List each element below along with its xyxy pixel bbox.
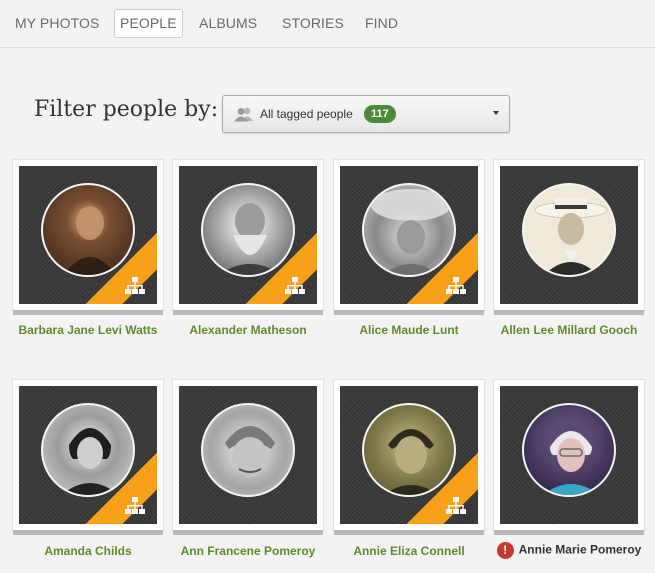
card-bottom-bar: [173, 530, 323, 535]
person-name-link[interactable]: Alice Maude Lunt: [329, 323, 489, 337]
filter-dropdown[interactable]: All tagged people 117: [222, 95, 510, 133]
card-frame: [179, 166, 317, 304]
tab-albums[interactable]: ALBUMS: [199, 9, 257, 38]
person-card[interactable]: [334, 160, 484, 315]
family-tree-icon: [125, 497, 145, 514]
card-bottom-bar: [173, 310, 323, 315]
person-card[interactable]: [13, 380, 163, 535]
card-bottom-bar: [494, 530, 644, 535]
person-name-link[interactable]: Alexander Matheson: [168, 323, 328, 337]
people-icon: [234, 107, 253, 122]
person-name-link[interactable]: Ann Francene Pomeroy: [168, 544, 328, 558]
alert-icon[interactable]: !: [496, 542, 514, 559]
card-frame: [19, 386, 157, 524]
card-bottom-bar: [13, 530, 163, 535]
person-name-row: ! Annie Marie Pomeroy: [489, 542, 649, 559]
person-card[interactable]: [494, 380, 644, 535]
tab-my-photos[interactable]: MY PHOTOS: [15, 9, 99, 38]
person-portrait: [41, 403, 135, 497]
card-bottom-bar: [334, 310, 484, 315]
card-frame: [179, 386, 317, 524]
filter-label: Filter people by:: [34, 97, 219, 122]
person-card[interactable]: [13, 160, 163, 315]
family-tree-icon: [446, 497, 466, 514]
person-portrait: [522, 183, 616, 277]
filter-selected-label: All tagged people: [260, 107, 353, 121]
card-frame: [340, 166, 478, 304]
card-bottom-bar: [494, 310, 644, 315]
tab-stories[interactable]: STORIES: [282, 9, 344, 38]
top-nav: MY PHOTOS PEOPLE ALBUMS STORIES FIND: [0, 0, 655, 48]
person-card[interactable]: [173, 160, 323, 315]
person-portrait: [362, 403, 456, 497]
tagged-count-badge: 117: [364, 105, 396, 123]
person-card[interactable]: [173, 380, 323, 535]
person-card[interactable]: [334, 380, 484, 535]
person-portrait: [362, 183, 456, 277]
card-bottom-bar: [13, 310, 163, 315]
person-portrait: [201, 403, 295, 497]
person-name-link[interactable]: Allen Lee Millard Gooch: [489, 323, 649, 337]
family-tree-icon: [285, 277, 305, 294]
person-portrait: [41, 183, 135, 277]
person-card[interactable]: [494, 160, 644, 315]
person-portrait: [201, 183, 295, 277]
card-bottom-bar: [334, 530, 484, 535]
person-name-link[interactable]: Barbara Jane Levi Watts: [8, 323, 168, 337]
person-name-link[interactable]: Amanda Childs: [8, 544, 168, 558]
family-tree-icon: [125, 277, 145, 294]
chevron-down-icon: [493, 111, 499, 115]
person-name-link[interactable]: Annie Marie Pomeroy: [519, 543, 642, 557]
card-frame: [500, 386, 638, 524]
tab-find[interactable]: FIND: [365, 9, 398, 38]
person-portrait: [522, 403, 616, 497]
family-tree-icon: [446, 277, 466, 294]
card-frame: [340, 386, 478, 524]
tab-people[interactable]: PEOPLE: [114, 9, 183, 38]
card-frame: [500, 166, 638, 304]
card-frame: [19, 166, 157, 304]
person-name-link[interactable]: Annie Eliza Connell: [329, 544, 489, 558]
